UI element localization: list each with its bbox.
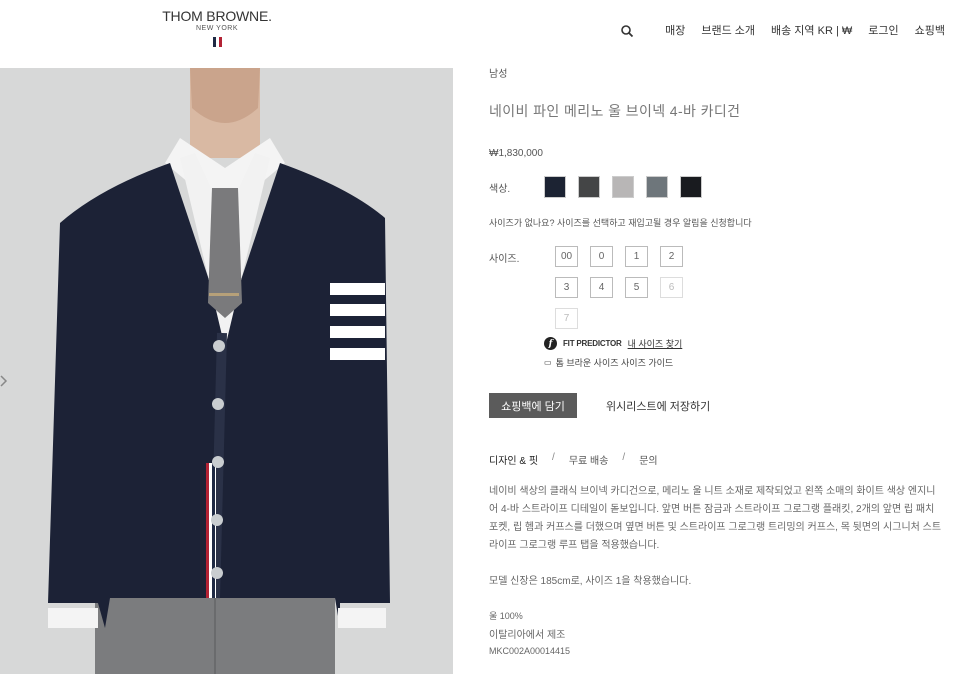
product-photo-illustration bbox=[0, 68, 453, 674]
color-swatches bbox=[544, 176, 702, 198]
tab-free-shipping[interactable]: 무료 배송 bbox=[569, 452, 609, 467]
product-image[interactable] bbox=[0, 68, 453, 674]
size-option-2[interactable]: 2 bbox=[660, 246, 683, 267]
tab-separator: / bbox=[552, 452, 555, 463]
model-info: 모델 신장은 185cm로, 사이즈 1을 착용했습니다. bbox=[489, 576, 692, 587]
tab-separator: / bbox=[622, 452, 626, 463]
size-guide[interactable]: ▭ 톰 브라운 사이즈 사이즈 가이드 bbox=[544, 356, 673, 369]
fit-predictor-icon: f bbox=[544, 337, 557, 350]
flag-stripe-red bbox=[218, 37, 222, 47]
product-price: ₩1,830,000 bbox=[489, 148, 543, 159]
add-to-bag-button[interactable]: 쇼핑백에 담기 bbox=[489, 393, 577, 418]
nav-stores[interactable]: 매장 bbox=[665, 22, 685, 38]
nav-brand[interactable]: 브랜드 소개 bbox=[701, 22, 755, 38]
top-nav: 매장 브랜드 소개 배송 지역 KR | ₩ 로그인 쇼핑백 bbox=[665, 22, 945, 38]
size-guide-label: 톰 브라운 사이즈 사이즈 가이드 bbox=[555, 358, 674, 368]
nav-shopping-bag[interactable]: 쇼핑백 bbox=[915, 22, 945, 38]
previous-image-arrow-icon[interactable] bbox=[0, 374, 8, 388]
fit-predictor: f FIT PREDICTOR 내 사이즈 찾기 bbox=[544, 337, 682, 350]
size-option-1[interactable]: 1 bbox=[625, 246, 648, 267]
fit-predictor-label: FIT PREDICTOR bbox=[563, 339, 622, 348]
size-option-6[interactable]: 6 bbox=[660, 277, 683, 298]
size-option-4[interactable]: 4 bbox=[590, 277, 613, 298]
size-option-7[interactable]: 7 bbox=[555, 308, 578, 329]
product-description: 네이비 색상의 클래식 브이넥 카디건으로, 메리노 울 니트 소재로 제작되었… bbox=[489, 486, 942, 551]
logo-sub-text: NEW YORK bbox=[196, 25, 238, 32]
size-notice[interactable]: 사이즈가 없나요? 사이즈를 선택하고 재입고될 경우 알림을 신청합니다 bbox=[489, 216, 752, 229]
ruler-icon: ▭ bbox=[544, 358, 552, 367]
nav-login[interactable]: 로그인 bbox=[868, 22, 898, 38]
product-title: 네이비 파인 메리노 울 브이넥 4-바 카디건 bbox=[489, 103, 741, 119]
color-swatch-black[interactable] bbox=[680, 176, 702, 198]
color-swatch-navy[interactable] bbox=[544, 176, 566, 198]
brand-logo[interactable]: THOM BROWNE. NEW YORK bbox=[162, 8, 272, 47]
site-header: THOM BROWNE. NEW YORK 매장 브랜드 소개 배송 지역 KR… bbox=[0, 0, 965, 68]
nav-shipping-region[interactable]: 배송 지역 KR | ₩ bbox=[771, 22, 852, 38]
search-icon[interactable] bbox=[620, 24, 634, 38]
size-option-00[interactable]: 00 bbox=[555, 246, 578, 267]
color-swatch-dark-grey[interactable] bbox=[578, 176, 600, 198]
product-sku: MKC002A00014415 bbox=[489, 646, 571, 656]
size-options: 00 0 1 2 3 4 5 6 7 bbox=[555, 246, 695, 329]
tab-inquiry[interactable]: 문의 bbox=[639, 452, 657, 467]
logo-flag-stripes bbox=[162, 37, 272, 47]
color-label: 색상. bbox=[489, 184, 511, 195]
color-swatch-light-grey[interactable] bbox=[612, 176, 634, 198]
size-option-0[interactable]: 0 bbox=[590, 246, 613, 267]
origin-info: 이탈리아에서 제조 bbox=[489, 630, 566, 641]
size-option-3[interactable]: 3 bbox=[555, 277, 578, 298]
material-info: 울 100% bbox=[489, 611, 523, 621]
color-swatch-medium-grey[interactable] bbox=[646, 176, 668, 198]
find-my-size-link[interactable]: 내 사이즈 찾기 bbox=[628, 337, 683, 350]
size-label: 사이즈. bbox=[489, 254, 520, 265]
tab-design-fit[interactable]: 디자인 & 핏 bbox=[489, 452, 538, 467]
size-option-5[interactable]: 5 bbox=[625, 277, 648, 298]
save-to-wishlist-link[interactable]: 위시리스트에 저장하기 bbox=[606, 398, 710, 414]
logo-main-text: THOM BROWNE. bbox=[162, 8, 272, 24]
breadcrumb[interactable]: 남성 bbox=[489, 65, 507, 80]
detail-tabs: 디자인 & 핏 / 무료 배송 / 문의 bbox=[489, 452, 658, 467]
